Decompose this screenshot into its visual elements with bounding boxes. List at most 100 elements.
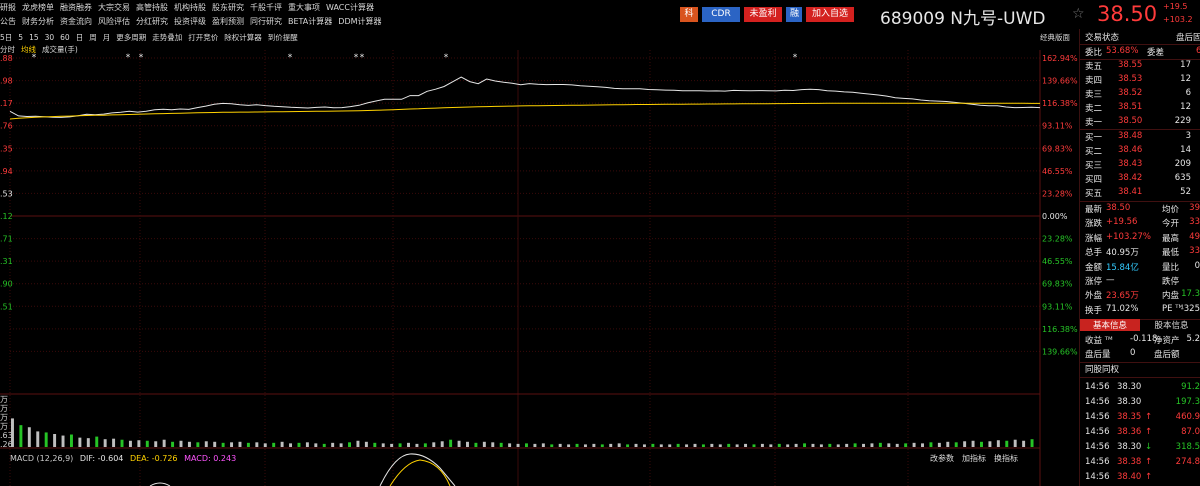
volume-bar [642, 444, 646, 447]
tick-arrow: ↓ [1145, 442, 1153, 452]
period-button-5[interactable]: 日 [76, 32, 84, 43]
indicator-button-1[interactable]: 加指标 [962, 453, 986, 464]
volume-bar [659, 444, 663, 447]
period-button-2[interactable]: 15 [29, 33, 39, 42]
buy-level-0: 买一 38.48 3 [1080, 131, 1200, 144]
volume-bar [988, 441, 992, 447]
star-icon[interactable]: ☆ [1072, 6, 1085, 22]
buy-price: 38.43 [1118, 159, 1143, 169]
buy-price: 38.42 [1118, 173, 1143, 183]
menu-item-r2-2[interactable]: 资金流向 [60, 16, 92, 27]
buy-label: 买一 [1085, 133, 1103, 143]
header-tag-1: CDR [702, 7, 740, 22]
macd-value: MACD: 0.243 [184, 454, 237, 463]
indicator-button-2[interactable]: 换指标 [994, 453, 1018, 464]
tick-time: 14:56 [1085, 412, 1110, 422]
menu-item-r2-5[interactable]: 投资评级 [174, 16, 206, 27]
axis-tick-label: 116.38% [1042, 99, 1078, 108]
intraday-chart[interactable]: 162.94% 139.66% 116.38% 93.11% 69.83% 46.55% 2… [0, 50, 1078, 486]
chart-grid [0, 50, 1041, 486]
price-change-pct: +103.2 [1163, 15, 1193, 24]
volume-bar [289, 443, 293, 447]
volume-bar [1030, 439, 1034, 447]
menu-item-r1-3[interactable]: 大宗交易 [98, 2, 130, 13]
stock-price: 38.50 [1097, 2, 1158, 26]
menu-item-r1-1[interactable]: 龙虎榜单 [22, 2, 54, 13]
volume-bar [27, 427, 31, 447]
volume-bar [491, 442, 495, 447]
volume-bar [364, 441, 368, 447]
sell-level-2: 卖三 38.52 6 [1080, 88, 1200, 101]
menu-item-r1-6[interactable]: 股东研究 [212, 2, 244, 13]
menu-item-r1-0[interactable]: 研报 [0, 2, 16, 13]
period-button-12[interactable]: 到价提醒 [268, 32, 298, 43]
menu-item-r2-4[interactable]: 分红研究 [136, 16, 168, 27]
sell-label: 卖五 [1085, 62, 1103, 72]
menu-item-r1-5[interactable]: 机构持股 [174, 2, 206, 13]
stat-row-0: 最新 38.50 均价 39 [1080, 203, 1200, 216]
volume-bar [878, 442, 882, 447]
volume-bar [263, 443, 267, 447]
period-button-3[interactable]: 30 [45, 33, 55, 42]
tick-row-3: 14:56 38.36 ↑ 87.0 [1080, 427, 1200, 440]
stat-row-7: 换手 71.02% PE ᵀᴹ -325 [1080, 304, 1200, 317]
volume-bar [187, 441, 191, 447]
menu-item-r2-7[interactable]: 同行研究 [250, 16, 282, 27]
tick-row-2: 14:56 38.35 ↑ 460.9 [1080, 412, 1200, 425]
volume-bar [895, 443, 899, 447]
volume-bar [314, 443, 318, 447]
menu-item-r2-0[interactable]: 公告 [0, 16, 16, 27]
menu-item-r2-9[interactable]: DDM计算器 [338, 16, 381, 27]
sell-level-0: 卖五 38.55 17 [1080, 60, 1200, 73]
axis-tick-label: 万 [0, 395, 8, 404]
volume-bar [541, 443, 545, 447]
menu-item-r2-8[interactable]: BETA计算器 [288, 16, 332, 27]
menu-item-r1-4[interactable]: 高管持股 [136, 2, 168, 13]
stat-label: 金额 [1085, 262, 1103, 273]
period-button-6[interactable]: 周 [89, 32, 97, 43]
stat-label-2: 最高 [1162, 233, 1180, 244]
volume-bar [617, 443, 621, 447]
tab-share-info[interactable]: 股本信息 [1142, 319, 1200, 331]
menu-item-r1-7[interactable]: 千股千评 [250, 2, 282, 13]
buy-label: 买四 [1085, 175, 1103, 185]
volume-bar [280, 441, 284, 447]
menu-item-r1-8[interactable]: 重大事项 [288, 2, 320, 13]
volume-bar [583, 444, 587, 447]
volume-bar [693, 443, 697, 447]
volume-bar [676, 443, 680, 447]
menu-item-r1-9[interactable]: WACC计算器 [326, 2, 374, 13]
header-tag-4[interactable]: 加入自选 [806, 7, 854, 22]
period-button-10[interactable]: 打开竞价 [188, 32, 218, 43]
indicator-button-0[interactable]: 改参数 [930, 453, 954, 464]
sell-price: 38.52 [1118, 88, 1143, 98]
menu-item-r1-2[interactable]: 融资融券 [60, 2, 92, 13]
tab-basic-info[interactable]: 基本信息 [1080, 319, 1140, 331]
order-ratio-value: 53.68% [1106, 46, 1139, 56]
period-button-9[interactable]: 走势叠加 [152, 32, 182, 43]
classic-layout-button[interactable]: 经典版面 [1040, 32, 1070, 43]
menu-item-r2-6[interactable]: 盈利预测 [212, 16, 244, 27]
order-diff-label: 委差 [1147, 48, 1165, 58]
axis-tick-label: .35 [0, 144, 13, 153]
stat-value-2: 33 [1189, 246, 1200, 257]
sell-label: 卖二 [1085, 104, 1103, 114]
period-button-7[interactable]: 月 [103, 32, 111, 43]
tick-arrow: ↑ [1145, 412, 1153, 422]
menu-item-r2-1[interactable]: 财务分析 [22, 16, 54, 27]
period-button-11[interactable]: 除权计算器 [224, 32, 262, 43]
period-button-8[interactable]: 更多周期 [116, 32, 146, 43]
axis-tick-label: .76 [0, 122, 13, 131]
menu-item-r2-3[interactable]: 风险评估 [98, 16, 130, 27]
volume-bar [862, 443, 865, 447]
stat-value: 71.02% [1106, 303, 1139, 314]
info-label-2: 盘后额 [1154, 350, 1180, 360]
period-button-1[interactable]: 5 [18, 33, 23, 42]
period-button-0[interactable]: 5日 [0, 32, 12, 43]
info-value-2: 5.2 [1186, 334, 1200, 344]
sell-label: 卖三 [1085, 90, 1103, 100]
axis-tick-label: 69.83% [1042, 280, 1073, 289]
volume-bar [853, 443, 857, 447]
period-button-4[interactable]: 60 [60, 33, 70, 42]
volume-bar [69, 434, 73, 447]
